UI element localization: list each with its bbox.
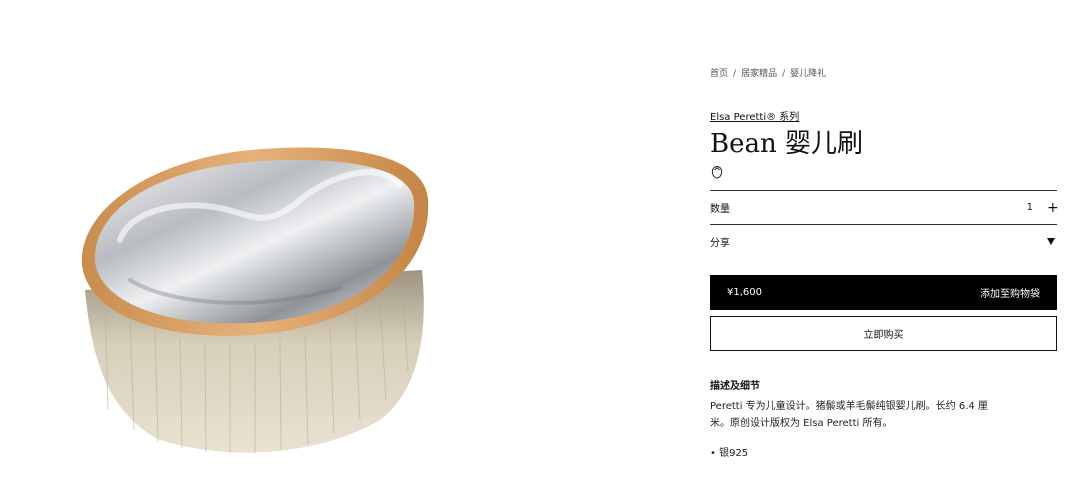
- collection-link[interactable]: Elsa Peretti® 系列: [710, 108, 799, 123]
- product-title: Bean 婴儿刷: [710, 129, 864, 159]
- description-heading: 描述及细节: [710, 381, 760, 392]
- share-label: 分享: [710, 238, 730, 249]
- breadcrumb-separator: /: [733, 69, 737, 79]
- add-to-bag-label: 添加至购物袋: [980, 289, 1040, 300]
- quantity-value[interactable]: 1: [1027, 202, 1033, 213]
- product-image: [81, 147, 429, 454]
- quantity-increment-button[interactable]: +: [1047, 201, 1059, 215]
- share-toggle[interactable]: 分享: [710, 224, 1057, 258]
- buy-now-label: 立即购买: [863, 330, 904, 341]
- caret-down-icon: [1047, 238, 1055, 245]
- price-label: ¥1,600: [727, 287, 762, 298]
- buy-now-button[interactable]: 立即购买: [710, 316, 1057, 351]
- breadcrumb-home[interactable]: 首页: [710, 69, 728, 79]
- add-to-bag-button[interactable]: ¥1,600 添加至购物袋: [710, 275, 1057, 310]
- breadcrumb-baby-gifts[interactable]: 婴儿降礼: [790, 69, 826, 79]
- material-bullet: • 银925: [710, 448, 749, 459]
- breadcrumb: 首页 / 居家精品 / 婴儿降礼: [710, 66, 826, 79]
- quantity-row: 数量 1 +: [710, 190, 1059, 224]
- engrave-icon[interactable]: [710, 164, 724, 180]
- breadcrumb-home-goods[interactable]: 居家精品: [741, 69, 777, 79]
- breadcrumb-separator: /: [782, 69, 786, 79]
- quantity-stepper: 1 +: [1027, 201, 1059, 215]
- description-text: Peretti 专为儿童设计。猪鬃或羊毛鬃纯银婴儿刷。长约 6.4 厘米。原创设…: [710, 401, 988, 429]
- quantity-label: 数量: [710, 204, 730, 215]
